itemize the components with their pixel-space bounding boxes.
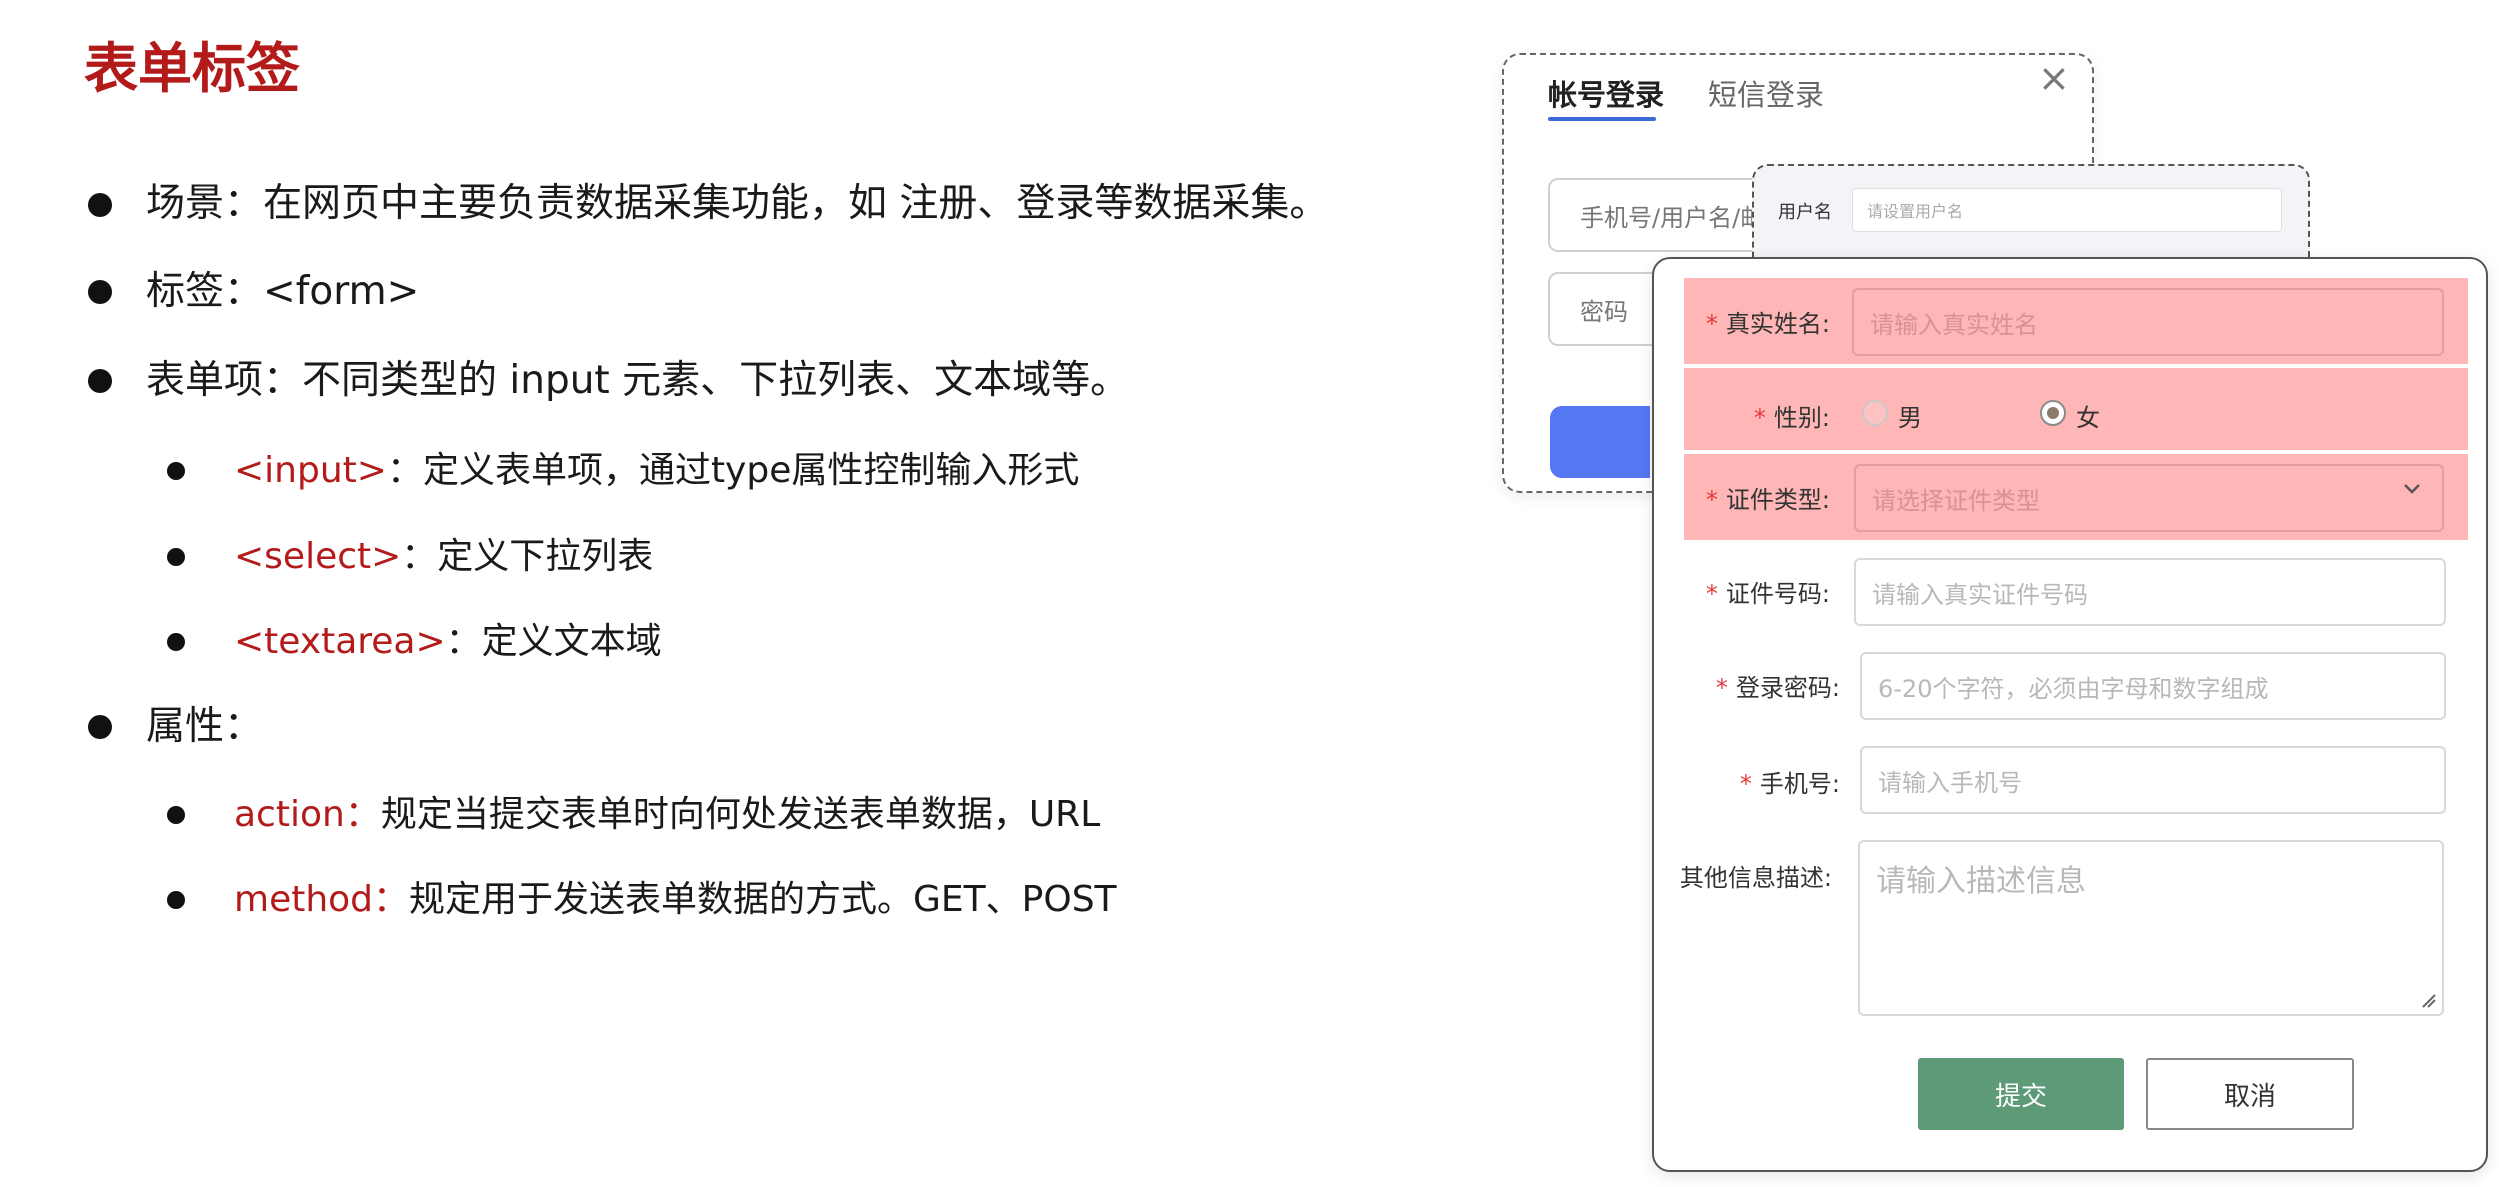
bullet-dot xyxy=(88,193,112,217)
required-mark: * xyxy=(1715,674,1728,702)
tab-account-login[interactable]: 帐号登录 xyxy=(1548,72,1664,114)
bullet-action: action：规定当提交表单时向何处发送表单数据，URL xyxy=(234,787,1100,843)
description-textarea[interactable]: 请输入描述信息 xyxy=(1858,840,2444,1016)
bullet-input: <input>：定义表单项，通过type属性控制输入形式 xyxy=(234,443,1079,499)
gender-label: * 性别: xyxy=(1690,398,1830,433)
required-mark: * xyxy=(1739,770,1752,798)
name-label: * 真实姓名: xyxy=(1690,304,1830,339)
name-input[interactable]: 请输入真实姓名 xyxy=(1852,288,2444,356)
password-label: * 登录密码: xyxy=(1700,668,1840,703)
bullet-dot xyxy=(88,369,112,393)
input-tag-text: <input> xyxy=(234,450,387,491)
method-attr-text: method： xyxy=(234,879,410,920)
bullet-dot xyxy=(167,806,185,824)
bullet-dot xyxy=(167,548,185,566)
bullet-dot xyxy=(167,891,185,909)
name-label-text: 真实姓名: xyxy=(1725,310,1830,338)
id-type-label: * 证件类型: xyxy=(1690,480,1830,515)
tab-sms-login[interactable]: 短信登录 xyxy=(1708,72,1824,114)
id-number-label: * 证件号码: xyxy=(1690,574,1830,609)
required-mark: * xyxy=(1705,486,1718,514)
mini-username-label: 用户名 xyxy=(1778,202,1832,223)
action-desc-text: 规定当提交表单时向何处发送表单数据，URL xyxy=(380,794,1101,835)
resize-grip-icon[interactable] xyxy=(2420,992,2436,1008)
submit-button[interactable]: 提交 xyxy=(1918,1058,2124,1130)
gender-label-text: 性别: xyxy=(1773,404,1830,432)
password-label-text: 登录密码: xyxy=(1735,674,1840,702)
bullet-textarea: <textarea>：定义文本域 xyxy=(234,614,662,670)
required-mark: * xyxy=(1753,404,1766,432)
radio-female[interactable] xyxy=(2040,400,2066,426)
id-number-input[interactable]: 请输入真实证件号码 xyxy=(1854,558,2446,626)
textarea-tag-text: <textarea> xyxy=(234,621,446,662)
required-mark: * xyxy=(1705,580,1718,608)
page-title: 表单标签 xyxy=(84,37,300,100)
required-mark: * xyxy=(1705,310,1718,338)
bullet-scene: 场景：在网页中主要负责数据采集功能，如 注册、登录等数据采集。 xyxy=(146,181,1329,226)
action-attr-text: action： xyxy=(234,794,381,835)
login-button[interactable] xyxy=(1550,406,1650,478)
phone-input[interactable]: 请输入手机号 xyxy=(1860,746,2446,814)
chevron-down-icon[interactable] xyxy=(2400,476,2424,506)
textarea-desc-text: ：定义文本域 xyxy=(445,621,662,662)
bullet-method: method：规定用于发送表单数据的方式。GET、POST xyxy=(234,872,1117,928)
login-username-input[interactable]: 手机号/用户名/邮 xyxy=(1548,178,1768,252)
close-icon[interactable]: × xyxy=(2038,58,2070,98)
select-tag-text: <select> xyxy=(234,536,402,577)
radio-female-label: 女 xyxy=(2076,404,2100,432)
bullet-dot xyxy=(167,462,185,480)
mini-username-input[interactable]: 请设置用户名 xyxy=(1852,188,2282,232)
login-password-input[interactable]: 密码 xyxy=(1548,272,1668,346)
tab-active-underline xyxy=(1548,117,1656,121)
input-desc-text: ：定义表单项，通过type属性控制输入形式 xyxy=(386,450,1080,491)
cancel-button[interactable]: 取消 xyxy=(2146,1058,2354,1130)
select-desc-text: ：定义下拉列表 xyxy=(401,536,654,577)
id-type-label-text: 证件类型: xyxy=(1725,486,1830,514)
description-label: 其他信息描述: xyxy=(1679,864,1832,892)
password-input[interactable]: 6-20个字符，必须由字母和数字组成 xyxy=(1860,652,2446,720)
bullet-attrs: 属性： xyxy=(146,704,264,749)
id-number-label-text: 证件号码: xyxy=(1725,580,1830,608)
id-type-select[interactable]: 请选择证件类型 xyxy=(1854,464,2444,532)
bullet-dot xyxy=(88,280,112,304)
radio-male[interactable] xyxy=(1862,400,1888,426)
bullet-tag: 标签：<form> xyxy=(146,269,420,314)
phone-label-text: 手机号: xyxy=(1759,770,1840,798)
phone-label: * 手机号: xyxy=(1700,764,1840,799)
bullet-dot xyxy=(167,633,185,651)
bullet-items: 表单项：不同类型的 input 元素、下拉列表、文本域等。 xyxy=(146,358,1130,403)
bullet-select: <select>：定义下拉列表 xyxy=(234,529,653,585)
bullet-dot xyxy=(88,715,112,739)
radio-male-label: 男 xyxy=(1898,404,1922,432)
method-desc-text: 规定用于发送表单数据的方式。GET、POST xyxy=(409,879,1117,920)
